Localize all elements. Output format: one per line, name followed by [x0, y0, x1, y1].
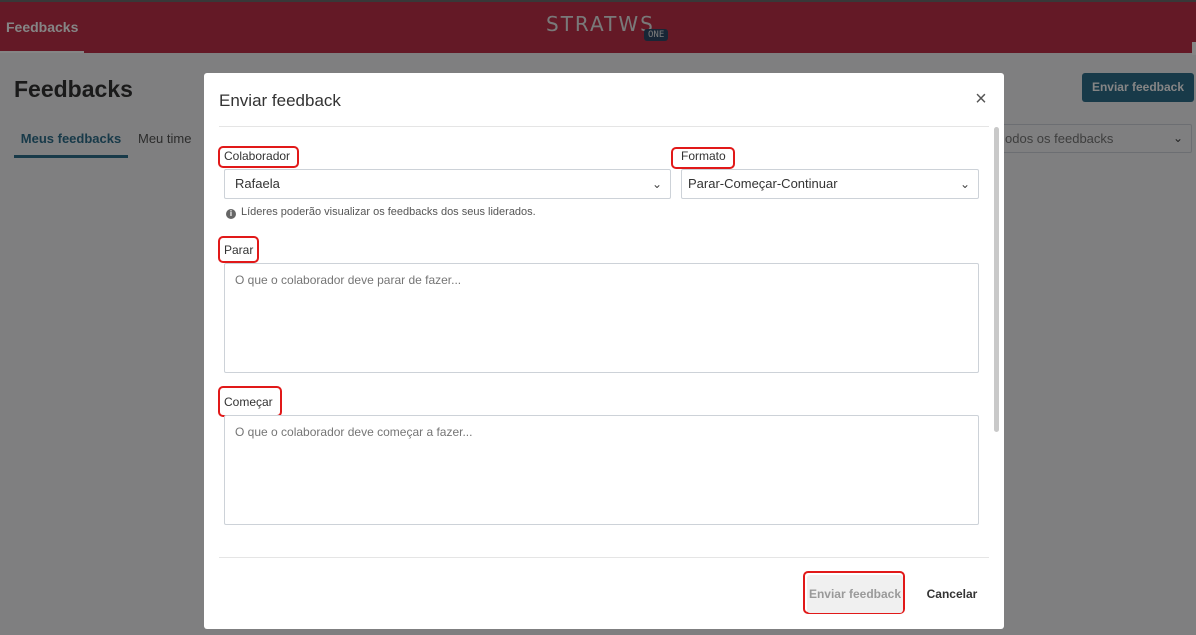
modal-scrollbar[interactable] — [994, 127, 999, 432]
submit-feedback-button[interactable]: Enviar feedback — [807, 575, 903, 613]
comecar-label: Começar — [224, 395, 273, 409]
comecar-textarea[interactable] — [224, 415, 979, 525]
colaborador-label: Colaborador — [224, 149, 291, 163]
chevron-down-icon: ⌄ — [651, 177, 662, 191]
close-icon[interactable]: × — [971, 88, 991, 110]
leaders-hint-text: Líderes poderão visualizar os feedbacks … — [241, 206, 536, 218]
send-feedback-modal: Enviar feedback × Colaborador Rafaela ⌄ … — [204, 73, 1004, 629]
formato-select[interactable]: Parar-Começar-Continuar ⌄ — [681, 169, 979, 199]
parar-textarea[interactable] — [224, 263, 979, 373]
leaders-hint: i Líderes poderão visualizar os feedbacks… — [226, 206, 536, 219]
colaborador-select[interactable]: Rafaela ⌄ — [224, 169, 671, 199]
formato-value: Parar-Começar-Continuar — [688, 176, 838, 191]
chevron-down-icon: ⌄ — [959, 177, 970, 191]
info-icon: i — [226, 209, 236, 219]
modal-header-divider — [219, 126, 989, 127]
parar-label: Parar — [224, 243, 254, 257]
modal-title: Enviar feedback — [219, 91, 341, 110]
cancel-button[interactable]: Cancelar — [919, 580, 985, 608]
colaborador-value: Rafaela — [235, 176, 280, 191]
formato-label: Formato — [681, 149, 726, 163]
modal-footer-divider — [219, 557, 989, 558]
